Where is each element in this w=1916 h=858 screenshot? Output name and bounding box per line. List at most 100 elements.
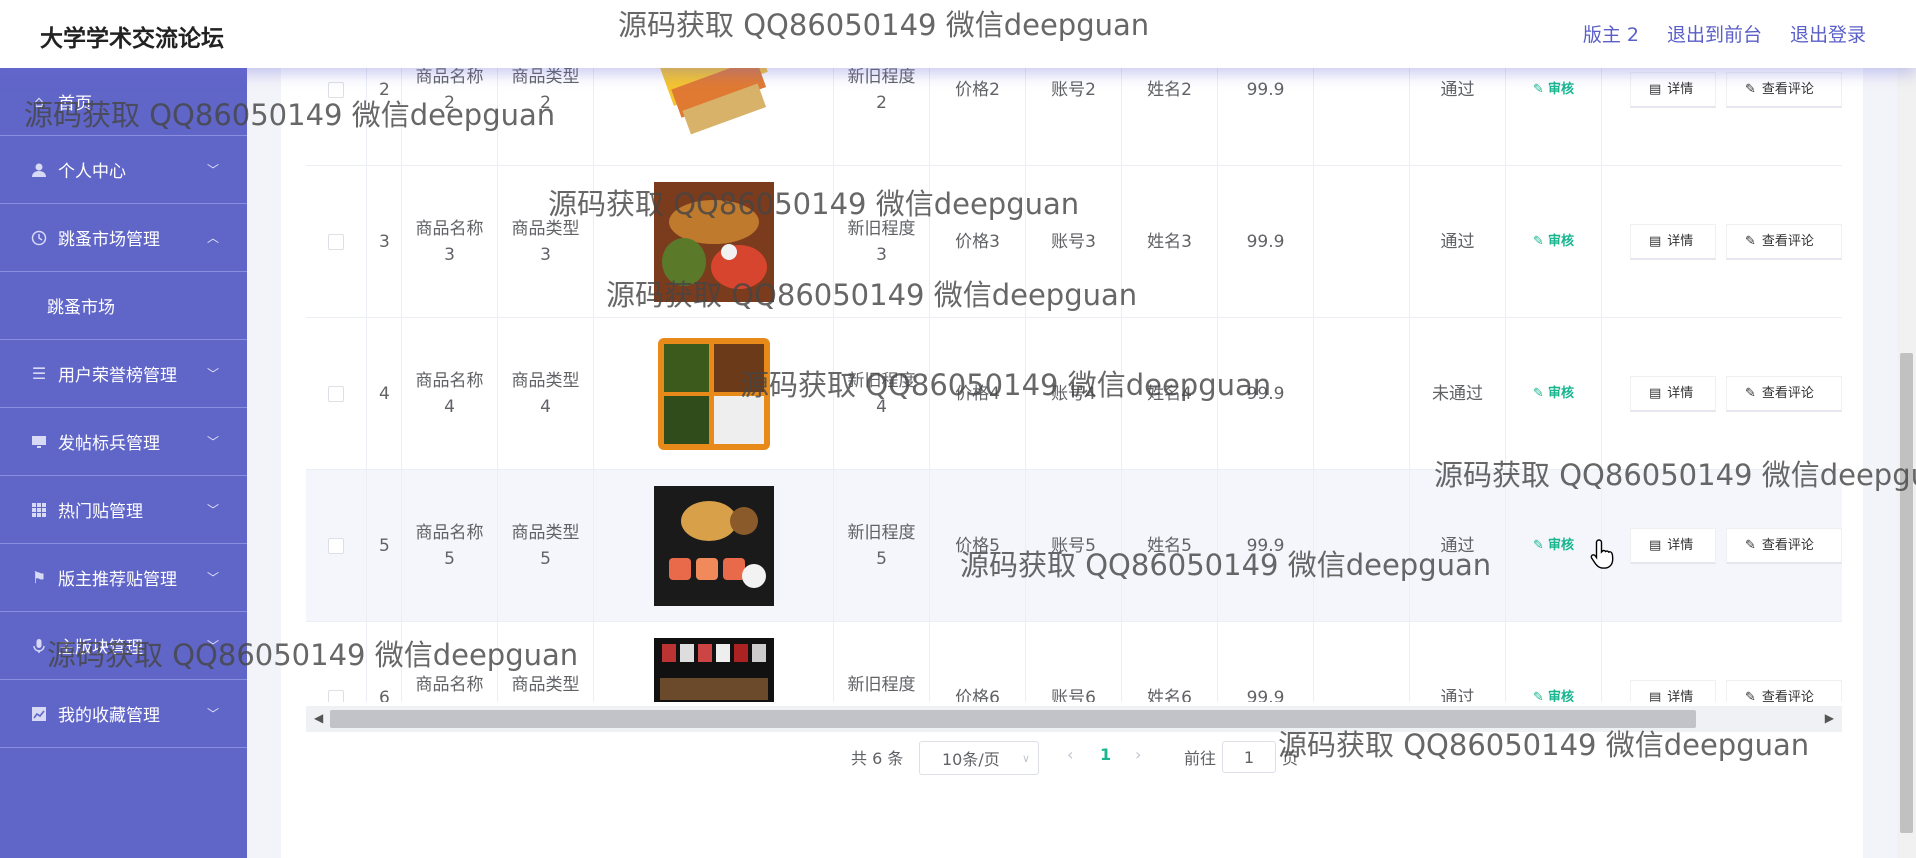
audit-label: 审核: [1547, 82, 1574, 97]
vertical-scrollbar[interactable]: [1897, 68, 1916, 858]
logout-link[interactable]: 退出登录: [1790, 20, 1866, 47]
row-checkbox[interactable]: [328, 538, 344, 554]
audit-button[interactable]: ✎ 审核: [1533, 685, 1574, 702]
sidebar-item-top-poster[interactable]: 发帖标兵管理 ﹀: [0, 408, 247, 476]
comments-label: 查看评论: [1761, 233, 1814, 249]
audit-status: 未通过: [1410, 318, 1506, 470]
comments-label: 查看评论: [1761, 385, 1814, 401]
table-row: 3 商品名称 3 商品类型 3 新旧程度 3 价格3 账号3 姓名3 99.9 …: [306, 166, 1842, 318]
audit-button[interactable]: ✎ 审核: [1533, 77, 1574, 103]
chevron-up-icon: ︿: [207, 231, 220, 245]
scroll-left-icon[interactable]: ◀: [314, 711, 323, 725]
row-index: 6: [367, 622, 402, 702]
page-size-select[interactable]: 10条/页 ∨: [919, 741, 1039, 775]
audit-status: 通过: [1410, 470, 1506, 622]
comments-label: 查看评论: [1761, 689, 1814, 703]
row-checkbox[interactable]: [328, 690, 344, 702]
price: 价格4: [930, 318, 1026, 470]
list-icon: ☰: [31, 364, 47, 383]
user-name: 姓名4: [1122, 318, 1218, 470]
product-type: 商品类型 6: [498, 622, 594, 702]
sidebar-item-favorites[interactable]: 我的收藏管理 ﹀: [0, 680, 247, 748]
horizontal-scroll-thumb[interactable]: [330, 710, 1696, 728]
hand-cursor-icon: [1590, 539, 1614, 569]
page-number[interactable]: 1: [1100, 745, 1111, 764]
goto-page-input[interactable]: [1222, 741, 1276, 773]
detail-button[interactable]: ▤ 详情: [1630, 224, 1716, 260]
vertical-scroll-thumb[interactable]: [1900, 353, 1913, 833]
condition: 新旧程度 6: [834, 622, 930, 702]
edit-icon: ✎: [1533, 82, 1544, 97]
row-index: 5: [367, 470, 402, 622]
chevron-down-icon: ∨: [1021, 751, 1030, 765]
sidebar-item-hot-posts[interactable]: 热门贴管理 ﹀: [0, 476, 247, 544]
audit-button[interactable]: ✎ 审核: [1533, 381, 1574, 407]
product-type: 商品类型 4: [498, 318, 594, 470]
page-size-value: 10条/页: [942, 750, 1000, 769]
edit-icon: ✎: [1745, 689, 1756, 703]
detail-button[interactable]: ▤ 详情: [1630, 72, 1716, 108]
row-checkbox[interactable]: [328, 386, 344, 402]
sidebar-item-home[interactable]: ⌂ 首页: [0, 68, 247, 136]
detail-button[interactable]: ▤ 详情: [1630, 680, 1716, 702]
condition: 新旧程度 4: [834, 318, 930, 470]
account: 账号5: [1026, 470, 1122, 622]
score: 99.9: [1218, 470, 1314, 622]
horizontal-scrollbar[interactable]: ◀ ▶: [306, 706, 1842, 732]
top-header: 大学学术交流论坛 版主 2 退出到前台 退出登录: [0, 0, 1916, 68]
document-icon: ▤: [1649, 233, 1662, 249]
edit-icon: ✎: [1533, 386, 1544, 401]
detail-label: 详情: [1667, 537, 1694, 553]
sidebar-item-honor-list[interactable]: ☰ 用户荣誉榜管理 ﹀: [0, 340, 247, 408]
sidebar-item-main-board[interactable]: 主版块管理 ﹀: [0, 612, 247, 680]
score: 99.9: [1218, 166, 1314, 318]
goto-label: 前往: [1184, 749, 1217, 768]
product-image: [653, 182, 774, 302]
grid-icon: [29, 500, 49, 520]
product-type: 商品类型 3: [498, 166, 594, 318]
view-comments-button[interactable]: ✎ 查看评论: [1726, 680, 1842, 702]
detail-button[interactable]: ▤ 详情: [1630, 376, 1716, 412]
audit-status: 通过: [1410, 622, 1506, 702]
edit-icon: ✎: [1745, 537, 1756, 553]
prev-page-icon[interactable]: ‹: [1067, 745, 1073, 764]
submenu-item-flea-market[interactable]: 跳蚤市场: [0, 272, 247, 340]
back-to-frontend-link[interactable]: 退出到前台: [1667, 20, 1762, 47]
comments-label: 查看评论: [1761, 537, 1814, 553]
mic-icon: [29, 636, 49, 656]
view-comments-button[interactable]: ✎ 查看评论: [1726, 72, 1842, 108]
product-image: [653, 334, 774, 454]
view-comments-button[interactable]: ✎ 查看评论: [1726, 528, 1842, 564]
sidebar-item-recommended-posts[interactable]: ⚑ 版主推荐贴管理 ﹀: [0, 544, 247, 612]
price: 价格6: [930, 622, 1026, 702]
scroll-right-icon[interactable]: ▶: [1825, 711, 1834, 725]
moderator-link[interactable]: 版主 2: [1583, 20, 1639, 47]
edit-icon: ✎: [1745, 233, 1756, 249]
row-checkbox[interactable]: [328, 234, 344, 250]
sidebar-item-flea-market[interactable]: 跳蚤市场管理 ︿: [0, 204, 247, 272]
row-checkbox[interactable]: [328, 82, 344, 98]
sidebar-item-label: 跳蚤市场管理: [58, 230, 160, 250]
audit-button[interactable]: ✎ 审核: [1533, 229, 1574, 255]
product-name: 商品名称 4: [402, 318, 498, 470]
sidebar-item-label: 热门贴管理: [58, 502, 143, 522]
user-name: 姓名5: [1122, 470, 1218, 622]
condition: 新旧程度 3: [834, 166, 930, 318]
submenu-label: 跳蚤市场: [47, 298, 115, 318]
account: 账号4: [1026, 318, 1122, 470]
sidebar-item-label: 我的收藏管理: [58, 706, 160, 726]
audit-button[interactable]: ✎ 审核: [1533, 533, 1574, 559]
detail-label: 详情: [1667, 689, 1694, 703]
row-index: 3: [367, 166, 402, 318]
detail-label: 详情: [1667, 233, 1694, 249]
next-page-icon[interactable]: ›: [1135, 745, 1141, 764]
monitor-icon: [29, 432, 49, 452]
edit-icon: ✎: [1533, 234, 1544, 249]
sidebar-item-label: 首页: [58, 94, 92, 114]
sidebar-item-personal-center[interactable]: 个人中心 ﹀: [0, 136, 247, 204]
detail-button[interactable]: ▤ 详情: [1630, 528, 1716, 564]
view-comments-button[interactable]: ✎ 查看评论: [1726, 224, 1842, 260]
detail-label: 详情: [1667, 385, 1694, 401]
view-comments-button[interactable]: ✎ 查看评论: [1726, 376, 1842, 412]
sidebar: ⌂ 首页 个人中心 ﹀ 跳蚤市场管理 ︿ 跳蚤市场 ☰ 用户荣誉榜管理 ﹀ 发帖…: [0, 68, 247, 858]
